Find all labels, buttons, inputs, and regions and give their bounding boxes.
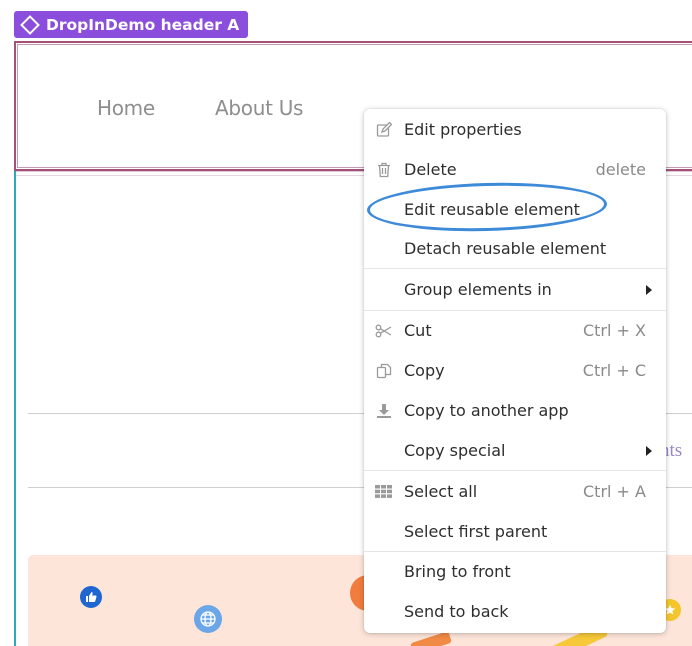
element-tag[interactable]: DropInDemo header A (14, 11, 249, 38)
menu-item-label: Edit properties (404, 119, 522, 139)
scissors-icon (375, 322, 392, 339)
menu-item-select-all[interactable]: Select all Ctrl + A (364, 471, 666, 511)
menu-item-shortcut: Ctrl + A (583, 481, 646, 501)
menu-item-detach-reusable-element[interactable]: Detach reusable element (364, 228, 666, 268)
menu-item-select-first-parent[interactable]: Select first parent (364, 511, 666, 551)
menu-item-label: Copy special (404, 440, 506, 460)
menu-item-copy-special[interactable]: Copy special (364, 430, 666, 470)
like-icon (80, 586, 102, 608)
menu-item-label: Delete (404, 159, 457, 179)
submenu-arrow-icon (646, 285, 652, 295)
download-icon (375, 402, 392, 419)
menu-item-label: Group elements in (404, 279, 552, 299)
pencil-icon (375, 121, 392, 138)
menu-item-edit-properties[interactable]: Edit properties (364, 109, 666, 149)
decorative-shape (410, 631, 452, 646)
nav-link-about-us[interactable]: About Us (215, 96, 303, 120)
menu-item-copy[interactable]: Copy Ctrl + C (364, 350, 666, 390)
menu-item-label: Copy to another app (404, 400, 569, 420)
menu-item-label: Bring to front (404, 561, 511, 581)
globe-icon (194, 605, 222, 633)
menu-item-label: Send to back (404, 601, 509, 621)
trash-icon (375, 161, 392, 178)
menu-item-label: Cut (404, 320, 432, 340)
menu-item-shortcut: Ctrl + X (582, 320, 646, 340)
submenu-arrow-icon (646, 446, 652, 456)
menu-item-label: Select first parent (404, 521, 548, 541)
copy-icon (375, 362, 392, 379)
element-tag-label: DropInDemo header A (46, 15, 240, 34)
menu-item-label: Detach reusable element (404, 238, 607, 258)
left-alignment-guide (14, 171, 16, 646)
menu-item-bring-to-front[interactable]: Bring to front (364, 551, 666, 591)
menu-item-send-to-back[interactable]: Send to back (364, 591, 666, 631)
menu-item-copy-to-another-app[interactable]: Copy to another app (364, 390, 666, 430)
nav-link-home[interactable]: Home (97, 96, 155, 120)
diamond-icon (20, 14, 40, 35)
menu-item-label: Select all (404, 481, 478, 501)
menu-item-label: Copy (404, 360, 445, 380)
menu-item-shortcut: delete (595, 159, 646, 179)
grid-icon (375, 483, 392, 500)
menu-item-shortcut: Ctrl + C (582, 360, 646, 380)
menu-item-group-elements-in[interactable]: Group elements in (364, 269, 666, 309)
menu-item-cut[interactable]: Cut Ctrl + X (364, 310, 666, 350)
